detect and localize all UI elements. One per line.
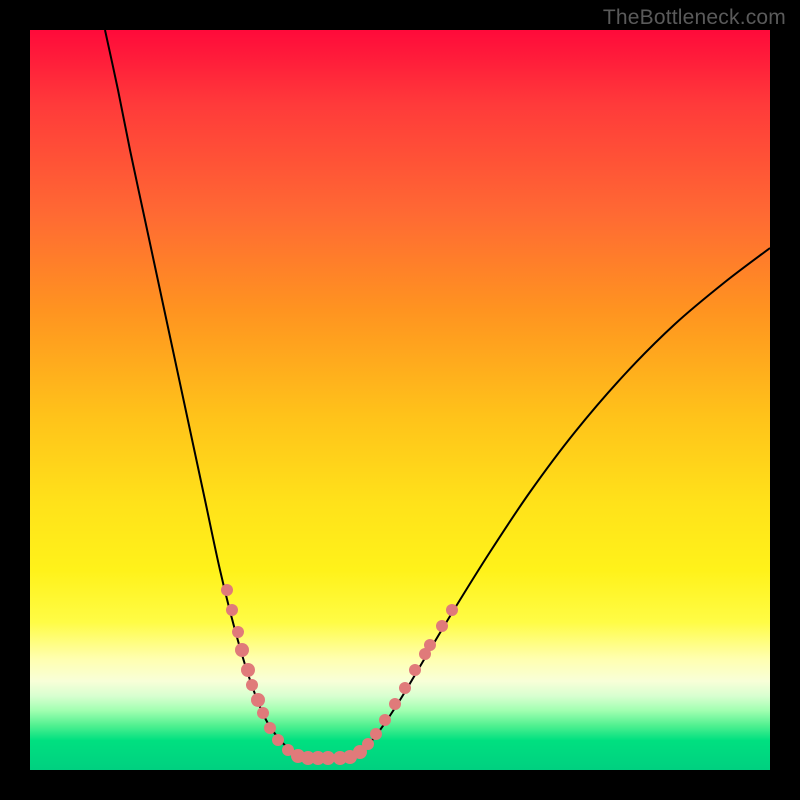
data-point — [362, 738, 374, 750]
watermark-text: TheBottleneck.com — [603, 6, 786, 30]
data-point — [241, 663, 255, 677]
data-point — [272, 734, 284, 746]
data-point — [379, 714, 391, 726]
data-markers — [221, 584, 458, 765]
data-point — [221, 584, 233, 596]
data-point — [399, 682, 411, 694]
data-point — [424, 639, 436, 651]
data-point — [389, 698, 401, 710]
data-point — [257, 707, 269, 719]
curve-path — [105, 30, 770, 759]
data-point — [232, 626, 244, 638]
data-point — [436, 620, 448, 632]
chart-svg — [30, 30, 770, 770]
data-point — [246, 679, 258, 691]
data-point — [446, 604, 458, 616]
plot-area — [30, 30, 770, 770]
data-point — [370, 728, 382, 740]
chart-container: TheBottleneck.com — [0, 0, 800, 800]
data-point — [251, 693, 265, 707]
data-point — [264, 722, 276, 734]
data-point — [226, 604, 238, 616]
data-point — [321, 751, 335, 765]
bottleneck-curve — [105, 30, 770, 759]
data-point — [409, 664, 421, 676]
data-point — [235, 643, 249, 657]
